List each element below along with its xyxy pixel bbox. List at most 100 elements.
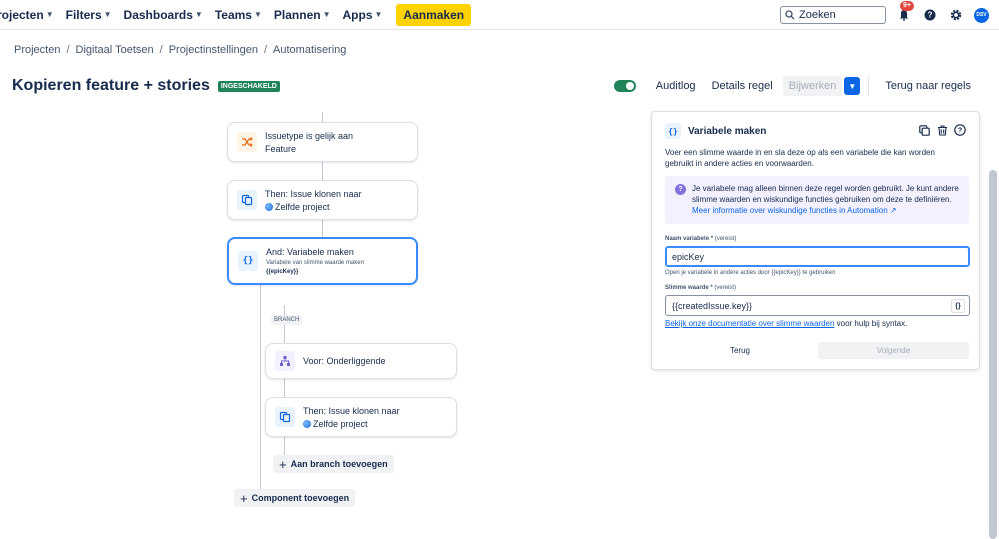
add-to-branch-button[interactable]: + Aan branch toevoegen	[273, 455, 394, 473]
variable-name-input[interactable]: epicKey	[665, 246, 970, 267]
name-label-text: Naam variabele *	[665, 236, 714, 242]
nav-right: Zoeken 9+ ? DSV	[780, 0, 989, 30]
copy-icon	[237, 190, 257, 210]
search-icon	[785, 10, 795, 20]
clone-issue-text: Then: Issue klonen naar Zelfde project	[265, 189, 362, 212]
info-link[interactable]: Meer informatie over wiskundige functies…	[692, 206, 897, 215]
shuffle-icon	[237, 132, 257, 152]
nav-apps-label: Apps	[342, 7, 373, 22]
breadcrumb-item[interactable]: Projecten	[14, 44, 60, 56]
braces-icon: {}	[665, 123, 681, 139]
panel-header: {} Variabele maken	[665, 123, 766, 139]
help-text-suffix: voor hulp bij syntax.	[834, 319, 908, 328]
branch-for-card[interactable]: Voor: Onderliggende	[265, 343, 457, 379]
branch-clone-issue-project-label: Zelfde project	[313, 418, 368, 429]
nav-dashboards[interactable]: Dashboards ▼	[118, 0, 209, 30]
nav-apps[interactable]: Apps ▼	[337, 0, 389, 30]
rule-details-button[interactable]: Details regel	[704, 80, 781, 92]
plus-icon: +	[240, 490, 248, 506]
branch-for-title: Voor: Onderliggende	[303, 356, 386, 366]
search-input[interactable]: Zoeken	[780, 6, 886, 24]
branch-for-text: Voor: Onderliggende	[303, 356, 386, 366]
next-button[interactable]: Volgende	[818, 342, 969, 359]
notifications-button[interactable]: 9+	[896, 1, 914, 23]
page-title-row: Kopieren feature + stories INGESCHAKELD	[12, 77, 280, 95]
back-to-rules-button[interactable]: Terug naar regels	[877, 80, 979, 92]
rule-actions: Auditlog Details regel Bijwerken ▼ Terug…	[613, 76, 979, 96]
help-button[interactable]: ?	[953, 123, 967, 137]
hierarchy-icon	[275, 351, 295, 371]
trigger-card-text: Issuetype is gelijk aan Feature	[265, 131, 353, 154]
question-icon: ?	[675, 184, 686, 195]
scrollbar[interactable]	[989, 170, 997, 539]
insert-smart-value-button[interactable]: {}	[951, 299, 965, 313]
chevron-down-icon: ▼	[848, 81, 857, 91]
delete-button[interactable]	[935, 123, 949, 137]
add-component-button[interactable]: + Component toevoegen	[234, 489, 356, 507]
globe-icon	[265, 202, 273, 211]
smart-required: (vereist)	[714, 285, 737, 291]
duplicate-icon	[918, 124, 930, 136]
create-button[interactable]: Aanmaken	[396, 3, 472, 26]
name-hint: Open je variabele in andere acties door …	[665, 270, 836, 276]
update-button[interactable]: Bijwerken	[782, 76, 843, 96]
trigger-card[interactable]: Issuetype is gelijk aan Feature	[227, 122, 418, 162]
chevron-down-icon: ▼	[253, 10, 262, 19]
create-variable-panel: {} Variabele maken ? Voer een slimme waa…	[651, 111, 980, 370]
svg-text:?: ?	[958, 126, 963, 135]
page-title: Kopieren feature + stories	[12, 77, 210, 94]
trigger-value: Feature	[265, 143, 297, 154]
panel-tools: ?	[917, 123, 967, 137]
status-badge: INGESCHAKELD	[217, 80, 280, 92]
breadcrumb-item[interactable]: Projectinstellingen	[169, 44, 258, 56]
help-icon: ?	[924, 9, 936, 21]
add-component-label: Component toevoegen	[251, 493, 350, 503]
rule-enabled-toggle[interactable]	[613, 80, 636, 92]
flow-connector	[322, 162, 323, 180]
top-navigation: rojecten ▼ Filters ▼ Dashboards ▼ Teams ▼ Pl…	[0, 0, 999, 30]
chevron-down-icon: ▼	[374, 10, 383, 19]
nav-dashboards-label: Dashboards	[123, 7, 193, 22]
help-button[interactable]: ?	[922, 7, 938, 23]
copy-icon	[275, 407, 295, 427]
help-icon: ?	[954, 124, 966, 136]
create-variable-sub: Variabele van slimme waarde maken	[266, 260, 364, 266]
smart-values-docs-link[interactable]: Bekijk onze documentatie over slimme waa…	[665, 319, 834, 328]
back-button[interactable]: Terug	[665, 342, 815, 359]
variable-name-value: epicKey	[672, 251, 705, 262]
clone-issue-card[interactable]: Then: Issue klonen naar Zelfde project	[227, 180, 418, 220]
nav-plans-label: Plannen	[273, 7, 321, 22]
nav-teams-label: Teams	[214, 7, 252, 22]
info-box: ? Je variabele mag alleen binnen deze re…	[665, 176, 969, 224]
create-variable-card[interactable]: {} And: Variabele maken Variabele van sl…	[227, 237, 418, 285]
nav-teams[interactable]: Teams ▼	[209, 0, 268, 30]
search-placeholder: Zoeken	[799, 9, 836, 21]
breadcrumb-item[interactable]: Digitaal Toetsen	[76, 44, 154, 56]
audit-log-button[interactable]: Auditlog	[648, 80, 704, 92]
gear-icon	[950, 9, 962, 21]
duplicate-button[interactable]	[917, 123, 931, 137]
help-text: Bekijk onze documentatie over slimme waa…	[665, 319, 907, 328]
name-required: (vereist)	[714, 236, 737, 242]
nav-projects-label: rojecten	[0, 7, 44, 22]
settings-button[interactable]	[948, 7, 964, 23]
nav-projects[interactable]: rojecten ▼	[0, 0, 60, 30]
update-dropdown-button[interactable]: ▼	[844, 77, 861, 95]
braces-icon: {}	[238, 251, 258, 271]
breadcrumb-item[interactable]: Automatisering	[273, 44, 346, 56]
svg-text:?: ?	[928, 11, 933, 20]
smart-value-input[interactable]: {{createdIssue.key}} {}	[665, 295, 970, 316]
breadcrumb-separator: /	[263, 44, 268, 56]
avatar[interactable]: DSV	[974, 7, 989, 23]
branch-clone-issue-text: Then: Issue klonen naar Zelfde project	[303, 406, 400, 429]
chevron-down-icon: ▼	[103, 10, 112, 19]
create-variable-title: And: Variabele maken	[266, 247, 354, 257]
plus-icon: +	[279, 456, 287, 472]
panel-title: Variabele maken	[688, 125, 767, 137]
branch-clone-issue-card[interactable]: Then: Issue klonen naar Zelfde project	[265, 397, 457, 437]
nav-plans[interactable]: Plannen ▼	[268, 0, 337, 30]
nav-filters[interactable]: Filters ▼	[60, 0, 118, 30]
create-variable-text: And: Variabele maken Variabele van slimm…	[266, 247, 364, 275]
flow-connector	[322, 220, 323, 237]
name-label: Naam variabele * (vereist)	[665, 236, 736, 242]
